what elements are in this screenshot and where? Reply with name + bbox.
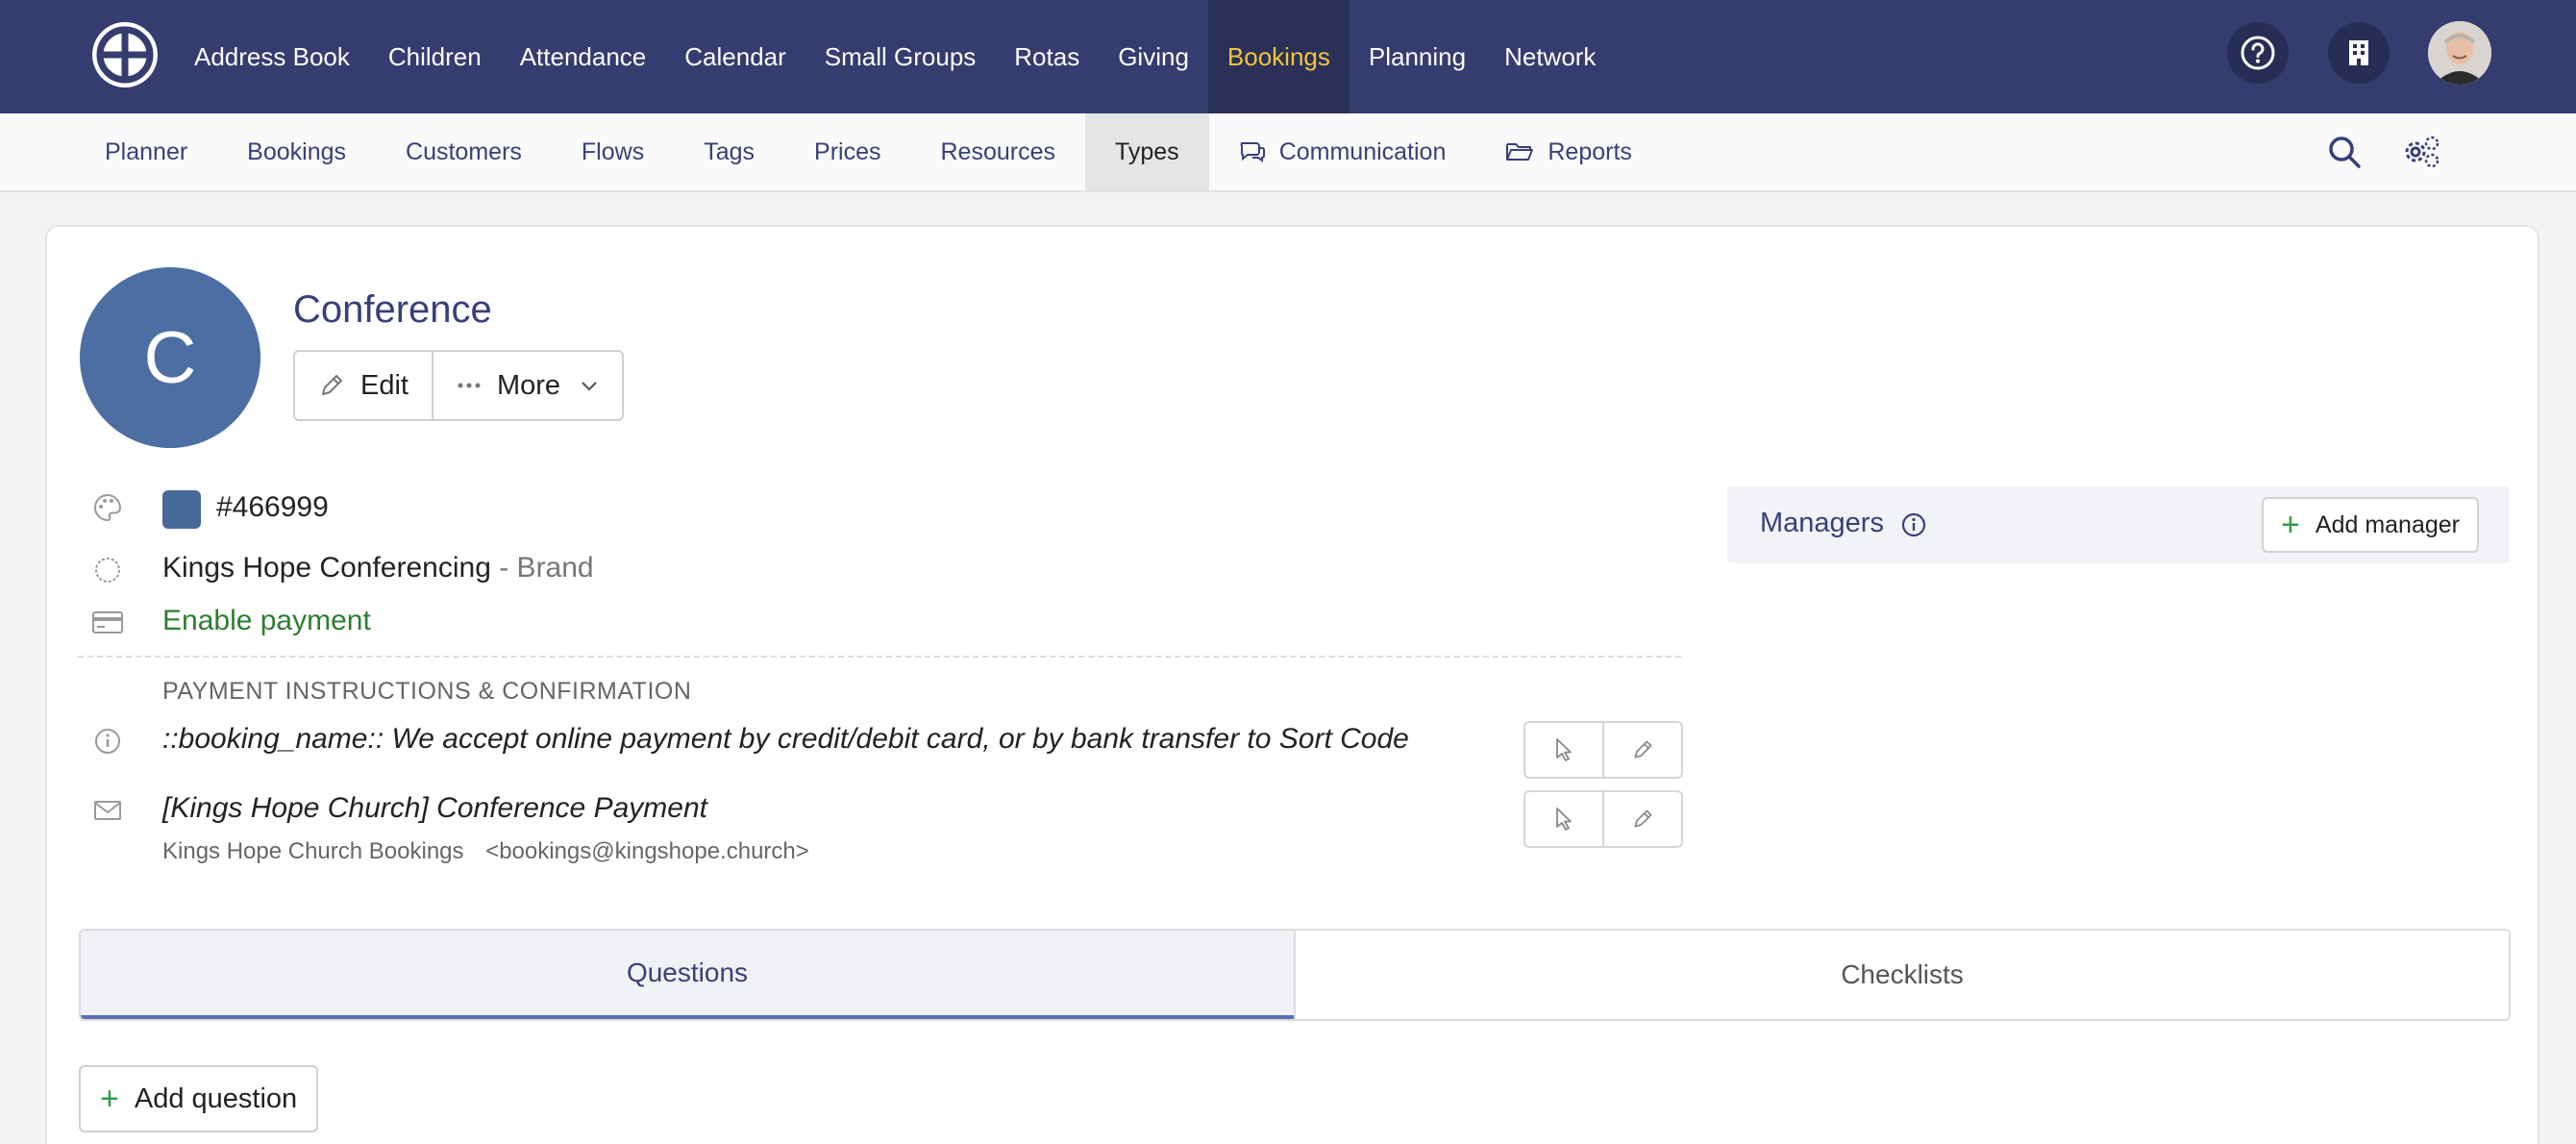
nav-item-address-book[interactable]: Address Book bbox=[175, 0, 369, 113]
envelope-icon bbox=[94, 801, 121, 820]
subnav-label: Types bbox=[1114, 137, 1179, 165]
instructions-actions bbox=[1523, 721, 1683, 779]
subnav-item-prices[interactable]: Prices bbox=[784, 113, 910, 190]
nav-item-small-groups[interactable]: Small Groups bbox=[805, 0, 996, 113]
nav-item-bookings[interactable]: Bookings bbox=[1207, 0, 1350, 113]
palette-icon bbox=[94, 493, 122, 522]
subnav-item-customers[interactable]: Customers bbox=[376, 113, 552, 190]
subnav-item-reports[interactable]: Reports bbox=[1475, 113, 1662, 190]
payment-instructions-text: ::booking_name:: We accept online paymen… bbox=[162, 723, 1412, 755]
add-manager-button[interactable]: + Add manager bbox=[2262, 497, 2479, 553]
brand-circle-icon bbox=[95, 558, 120, 583]
managers-label: Managers bbox=[1760, 508, 1884, 538]
chat-icon bbox=[1240, 142, 1265, 162]
nav-item-network[interactable]: Network bbox=[1485, 0, 1615, 113]
sub-nav: Planner Bookings Customers Flows Tags Pr… bbox=[75, 113, 1662, 190]
nav-item-children[interactable]: Children bbox=[369, 0, 501, 113]
sender-email: <bookings@kingshope.church> bbox=[485, 838, 809, 864]
add-question-label: Add question bbox=[134, 1082, 298, 1114]
email-sender: Kings Hope Church Bookings <bookings@kin… bbox=[162, 838, 809, 865]
brand-name[interactable]: Kings Hope Conferencing bbox=[162, 552, 491, 584]
divider bbox=[78, 656, 1681, 658]
brand-line: Kings Hope Conferencing - Brand bbox=[162, 552, 594, 584]
info-icon[interactable] bbox=[1900, 511, 1927, 538]
sub-navigation-bar: Planner Bookings Customers Flows Tags Pr… bbox=[0, 113, 2576, 192]
edit-instructions-button[interactable] bbox=[1602, 723, 1681, 777]
nav-item-rotas[interactable]: Rotas bbox=[995, 0, 1099, 113]
user-avatar[interactable] bbox=[2428, 21, 2491, 85]
enable-payment-link[interactable]: Enable payment bbox=[162, 605, 371, 637]
app-logo-icon[interactable] bbox=[92, 22, 158, 87]
subnav-item-planner[interactable]: Planner bbox=[75, 113, 217, 190]
add-question-button[interactable]: + Add question bbox=[79, 1065, 319, 1132]
pencil-icon bbox=[1634, 809, 1652, 828]
subnav-label: Customers bbox=[406, 137, 522, 165]
preview-instructions-button[interactable] bbox=[1525, 723, 1602, 777]
more-button[interactable]: More bbox=[431, 352, 622, 419]
cursor-icon bbox=[1556, 808, 1572, 831]
pencil-icon bbox=[322, 375, 342, 395]
subnav-label: Bookings bbox=[247, 137, 347, 165]
tab-checklists[interactable]: Checklists bbox=[1294, 931, 2509, 1019]
brand-suffix: - Brand bbox=[499, 552, 594, 584]
subnav-item-tags[interactable]: Tags bbox=[674, 113, 784, 190]
booking-type-card: C Conference Edit More #466999 Kings Hop… bbox=[45, 225, 2539, 1144]
tabs: Questions Checklists bbox=[79, 929, 2511, 1021]
subnav-item-communication[interactable]: Communication bbox=[1209, 113, 1476, 190]
edit-email-button[interactable] bbox=[1602, 792, 1681, 846]
type-avatar: C bbox=[80, 267, 260, 448]
subnav-label: Prices bbox=[814, 137, 881, 165]
help-icon[interactable] bbox=[2227, 22, 2289, 84]
tab-questions[interactable]: Questions bbox=[81, 931, 1294, 1019]
nav-item-calendar[interactable]: Calendar bbox=[665, 0, 805, 113]
nav-item-planning[interactable]: Planning bbox=[1350, 0, 1485, 113]
ellipsis-icon bbox=[458, 383, 481, 388]
nav-item-attendance[interactable]: Attendance bbox=[501, 0, 666, 113]
top-navigation-bar: Address Book Children Attendance Calenda… bbox=[0, 0, 2576, 113]
managers-panel: Managers + Add manager bbox=[1727, 486, 2510, 563]
subnav-label: Resources bbox=[940, 137, 1055, 165]
chevron-down-icon bbox=[582, 382, 597, 391]
subnav-label: Tags bbox=[704, 137, 755, 165]
color-swatch bbox=[162, 490, 201, 529]
folder-icon bbox=[1506, 143, 1534, 161]
subnav-label: Flows bbox=[581, 137, 645, 165]
subnav-label: Reports bbox=[1548, 137, 1632, 165]
nav-item-giving[interactable]: Giving bbox=[1099, 0, 1208, 113]
subnav-item-resources[interactable]: Resources bbox=[910, 113, 1085, 190]
title-actions: Edit More bbox=[293, 350, 625, 421]
more-label: More bbox=[496, 369, 561, 401]
add-manager-label: Add manager bbox=[2315, 510, 2460, 538]
plus-icon: + bbox=[2281, 507, 2300, 543]
subnav-item-flows[interactable]: Flows bbox=[552, 113, 674, 190]
payment-section-heading: PAYMENT INSTRUCTIONS & CONFIRMATION bbox=[162, 678, 692, 705]
edit-label: Edit bbox=[360, 369, 409, 401]
color-hex-value: #466999 bbox=[216, 491, 329, 523]
info-circle-icon bbox=[95, 729, 120, 754]
sender-name: Kings Hope Church Bookings bbox=[162, 838, 464, 864]
subnav-label: Communication bbox=[1278, 137, 1447, 165]
building-icon[interactable] bbox=[2328, 22, 2390, 84]
settings-gear-icon[interactable] bbox=[2401, 133, 2440, 171]
main-nav: Address Book Children Attendance Calenda… bbox=[175, 0, 1615, 113]
subnav-item-types[interactable]: Types bbox=[1084, 113, 1209, 190]
credit-card-icon bbox=[92, 611, 123, 634]
search-icon[interactable] bbox=[2325, 133, 2364, 171]
pencil-icon bbox=[1634, 740, 1652, 759]
edit-button[interactable]: Edit bbox=[295, 352, 432, 419]
email-actions bbox=[1523, 790, 1683, 848]
plus-icon: + bbox=[100, 1081, 119, 1117]
subnav-item-bookings[interactable]: Bookings bbox=[217, 113, 376, 190]
preview-email-button[interactable] bbox=[1525, 792, 1602, 846]
confirmation-email-subject: [Kings Hope Church] Conference Payment bbox=[162, 792, 707, 824]
subnav-label: Planner bbox=[105, 137, 188, 165]
cursor-icon bbox=[1556, 738, 1572, 761]
page-title: Conference bbox=[293, 288, 492, 331]
